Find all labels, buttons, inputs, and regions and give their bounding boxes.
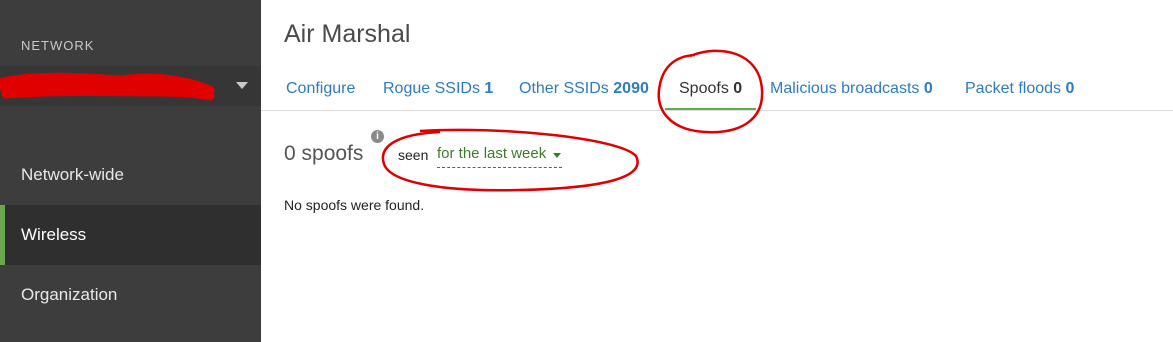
tab-label: Configure [286, 80, 356, 97]
time-range-value: for the last week [437, 145, 547, 162]
sidebar-section-label: NETWORK [21, 38, 95, 53]
tab-count: 0 [923, 80, 933, 97]
sidebar-item-organization[interactable]: Organization [0, 265, 261, 325]
chevron-down-icon [236, 82, 248, 89]
tab-label: Packet floods [965, 80, 1062, 97]
sidebar: NETWORK Network-wide Wireless Organizati… [0, 0, 261, 342]
tab-spoofs[interactable]: Spoofs 0 [665, 71, 756, 111]
tab-count: 1 [484, 80, 494, 97]
redaction-scribble [0, 72, 215, 101]
tab-label: Spoofs [679, 80, 729, 97]
tab-label: Malicious broadcasts [770, 80, 920, 97]
time-range-dropdown[interactable]: for the last week [437, 145, 563, 168]
tab-configure[interactable]: Configure [272, 71, 369, 111]
tab-label: Other SSIDs [519, 80, 609, 97]
tab-divider [261, 110, 1173, 111]
tab-count: 2090 [613, 80, 649, 97]
tab-rogue-ssids[interactable]: Rogue SSIDs 1 [369, 71, 507, 111]
caret-down-icon [553, 153, 562, 158]
sidebar-item-network-wide[interactable]: Network-wide [0, 145, 261, 205]
info-icon[interactable]: i [371, 130, 384, 143]
seen-label: seen [398, 147, 429, 163]
tab-packet-floods[interactable]: Packet floods 0 [951, 71, 1088, 111]
empty-state-message: No spoofs were found. [284, 197, 425, 213]
tab-malicious-broadcasts[interactable]: Malicious broadcasts 0 [756, 71, 947, 111]
spoof-count: 0 spoofs [284, 142, 364, 165]
sidebar-item-wireless[interactable]: Wireless [0, 205, 261, 265]
tab-count: 0 [1065, 80, 1075, 97]
tab-label: Rogue SSIDs [383, 80, 480, 97]
page-title: Air Marshal [284, 20, 411, 48]
tab-other-ssids[interactable]: Other SSIDs 2090 [505, 71, 663, 111]
tab-count: 0 [733, 80, 743, 97]
